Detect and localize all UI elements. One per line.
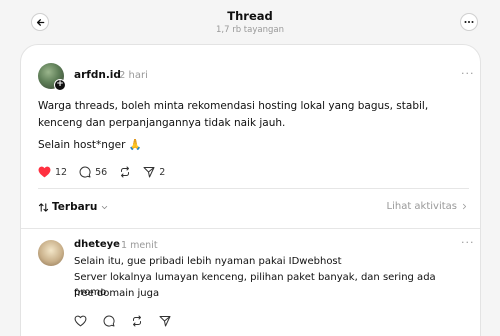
follow-plus-icon[interactable]: + <box>54 79 66 91</box>
repost-button[interactable] <box>131 315 143 327</box>
reply-actions <box>74 313 187 329</box>
reply-text-line: Selain itu, gue pribadi lebih nyaman pak… <box>74 256 342 267</box>
repost-button[interactable] <box>119 166 131 178</box>
comment-button[interactable]: 56 <box>79 166 107 178</box>
heart-icon <box>74 315 87 327</box>
avatar[interactable]: + <box>38 63 66 91</box>
avatar[interactable] <box>38 240 64 266</box>
sort-bar: Terbaru Lihat aktivitas <box>38 201 469 215</box>
send-icon <box>159 316 171 327</box>
view-activity-link[interactable]: Lihat aktivitas <box>387 201 470 212</box>
divider <box>38 188 469 189</box>
post-body: Warga threads, boleh minta rekomendasi h… <box>38 100 429 129</box>
reply-timestamp: 1 menit <box>121 240 158 251</box>
view-count: 1,7 rb tayangan <box>216 25 284 35</box>
top-bar: Thread 1,7 rb tayangan <box>0 0 500 44</box>
reply-more-icon[interactable]: ··· <box>461 236 475 249</box>
thread-card: + arfdn.id 2 hari ··· Warga threads, bol… <box>20 44 481 336</box>
page-title: Thread <box>227 9 273 23</box>
comment-count: 56 <box>95 166 108 178</box>
reply-username[interactable]: dheteye <box>74 239 120 250</box>
title-block: Thread 1,7 rb tayangan <box>0 9 500 36</box>
send-icon <box>143 167 155 178</box>
repost-icon <box>121 166 130 178</box>
more-options-button[interactable] <box>460 13 478 31</box>
more-horizontal-icon <box>464 21 474 23</box>
view-activity-label: Lihat aktivitas <box>386 201 458 212</box>
share-button[interactable] <box>159 315 171 327</box>
heart-filled-icon <box>38 166 51 178</box>
post-timestamp: 2 hari <box>119 70 148 81</box>
chevron-right-icon <box>462 203 467 210</box>
share-button[interactable]: 2 <box>143 166 165 178</box>
post-body-extra: Selain host*nger 🙏 <box>38 139 142 151</box>
like-button[interactable] <box>74 315 87 327</box>
sort-label: Terbaru <box>52 201 98 213</box>
sort-dropdown[interactable]: Terbaru <box>38 201 109 213</box>
divider <box>21 228 480 229</box>
like-button[interactable]: 12 <box>38 166 67 178</box>
share-count: 2 <box>159 166 166 178</box>
repost-icon <box>133 315 141 327</box>
comment-button[interactable] <box>103 315 115 327</box>
reply-text-line: free domain juga <box>74 288 160 299</box>
like-count: 12 <box>55 166 68 178</box>
post-actions: 12 56 2 <box>38 164 177 180</box>
post-more-icon[interactable]: ··· <box>461 67 475 80</box>
comment-icon <box>79 166 91 178</box>
post-username[interactable]: arfdn.id <box>74 69 121 81</box>
comment-icon <box>103 315 115 327</box>
sort-arrows-icon <box>38 202 49 212</box>
chevron-down-icon <box>102 205 108 209</box>
